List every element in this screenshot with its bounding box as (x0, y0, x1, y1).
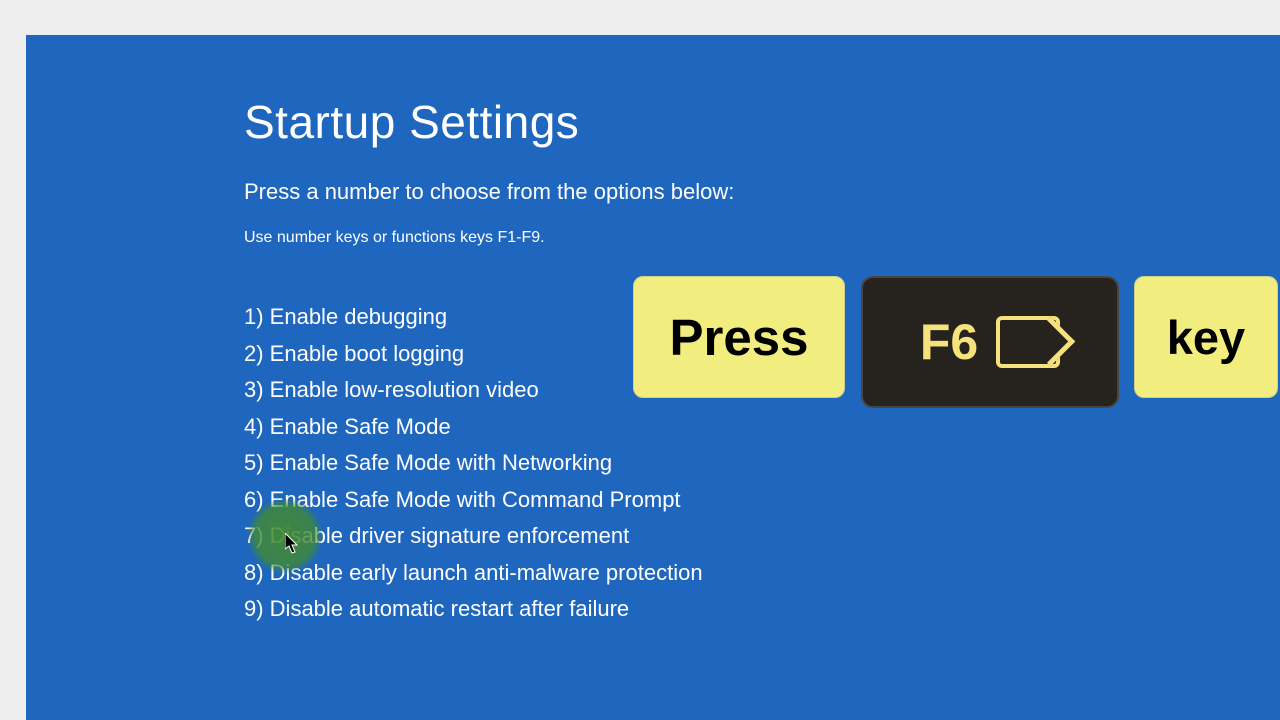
annotation-key: key (1134, 276, 1278, 398)
option-6[interactable]: 6) Enable Safe Mode with Command Prompt (244, 482, 1064, 519)
option-7[interactable]: 7) Disable driver signature enforcement (244, 518, 1064, 555)
startup-settings-screen: Startup Settings Press a number to choos… (26, 35, 1280, 720)
annotation-f6-keycap: F6 (861, 276, 1119, 408)
keycap-icon (996, 316, 1060, 368)
annotation-press: Press (633, 276, 845, 398)
hint-text: Use number keys or functions keys F1-F9. (244, 229, 1064, 247)
keycap-label: F6 (920, 313, 978, 371)
option-4[interactable]: 4) Enable Safe Mode (244, 409, 1064, 446)
option-5[interactable]: 5) Enable Safe Mode with Networking (244, 445, 1064, 482)
option-9[interactable]: 9) Disable automatic restart after failu… (244, 591, 1064, 628)
page-title: Startup Settings (244, 95, 1064, 149)
option-8[interactable]: 8) Disable early launch anti-malware pro… (244, 555, 1064, 592)
instruction-text: Press a number to choose from the option… (244, 179, 1064, 205)
